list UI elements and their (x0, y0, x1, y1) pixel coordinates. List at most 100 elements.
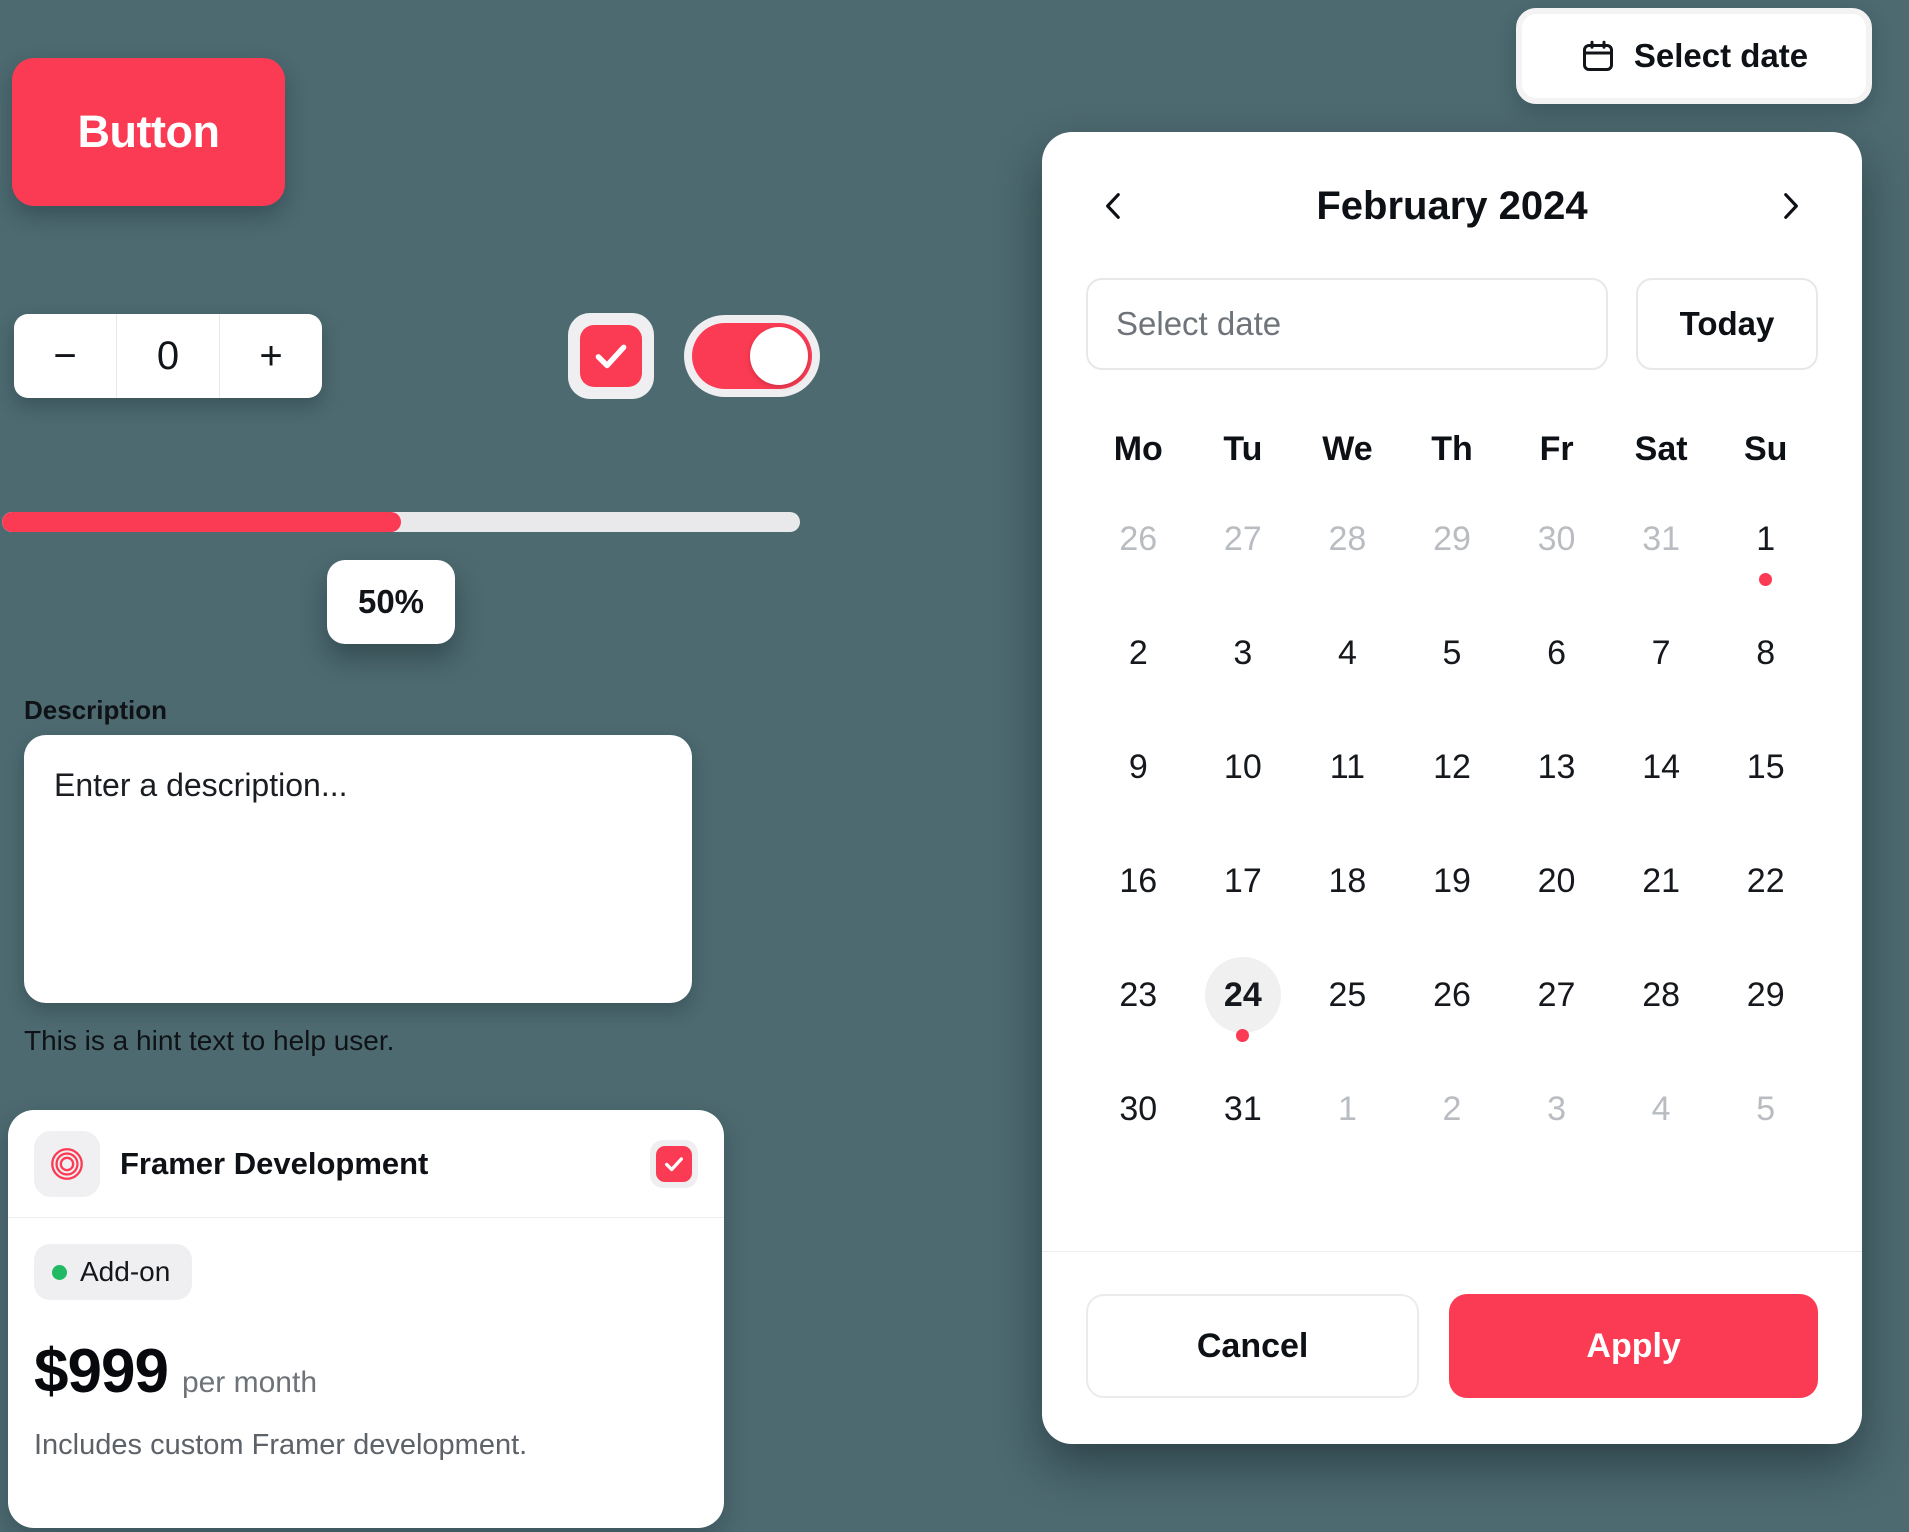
quantity-stepper[interactable]: − 0 + (14, 314, 322, 398)
price-period: per month (181, 1366, 318, 1399)
calendar-day-number: 28 (1328, 519, 1367, 558)
calendar-day[interactable]: 17 (1191, 824, 1296, 938)
calendar-week-row: 2 3 4 5 6 7 8 (1086, 596, 1818, 710)
status-dot-icon (52, 1264, 67, 1280)
calendar-day[interactable]: 2 (1086, 596, 1191, 710)
pricing-card-header: Framer Development (8, 1110, 724, 1218)
chevron-right-icon (1784, 193, 1798, 219)
weekday-label: Su (1743, 429, 1788, 468)
calendar-day-number: 25 (1328, 975, 1367, 1014)
stepper-value: 0 (116, 314, 220, 398)
toggle-switch[interactable] (684, 315, 820, 397)
calendar-day-number: 29 (1433, 519, 1471, 558)
calendar-day[interactable]: 10 (1191, 710, 1296, 824)
calendar-day: 29 (1400, 482, 1505, 596)
calendar-day[interactable]: 6 (1504, 596, 1609, 710)
calendar-day[interactable]: 28 (1609, 938, 1714, 1052)
calendar-day-number: 20 (1537, 861, 1576, 900)
calendar-day[interactable]: 22 (1713, 824, 1818, 938)
cancel-button[interactable]: Cancel (1086, 1294, 1420, 1398)
calendar-day-number: 31 (1223, 1089, 1262, 1128)
calendar-day-number: 10 (1223, 747, 1262, 786)
slider-track[interactable] (2, 512, 800, 532)
calendar-day-number: 26 (1433, 975, 1471, 1014)
calendar-weeks: 26 27 28 29 30 31 1 2 3 4 5 6 7 8 9 10 11 12 13 14 15 16 17 18 1… (1086, 482, 1818, 1166)
calendar-day[interactable]: 27 (1504, 938, 1609, 1052)
calendar-day: 28 (1295, 482, 1400, 596)
weekday-label: Tu (1223, 429, 1263, 468)
weekday-label: We (1322, 429, 1373, 468)
calendar-day[interactable]: 23 (1086, 938, 1191, 1052)
primary-button[interactable]: Button (12, 58, 285, 206)
calendar-day-number: 16 (1119, 861, 1158, 900)
calendar-day[interactable]: 31 (1191, 1052, 1296, 1166)
next-month-button[interactable] (1766, 182, 1814, 230)
calendar-week-row: 23 24 25 26 27 28 29 (1086, 938, 1818, 1052)
calendar-day[interactable]: 8 (1713, 596, 1818, 710)
select-date-trigger-button[interactable]: Select date (1516, 8, 1872, 104)
checkbox-fill (580, 325, 642, 387)
stepper-decrement-button[interactable]: − (14, 314, 116, 398)
date-input[interactable] (1086, 278, 1608, 370)
description-input[interactable] (24, 735, 692, 1003)
calendar-day[interactable]: 1 (1713, 482, 1818, 596)
calendar-day[interactable]: 13 (1504, 710, 1609, 824)
calendar-day[interactable]: 5 (1400, 596, 1505, 710)
calendar-day-selected[interactable]: 24 (1191, 938, 1296, 1052)
calendar-day-number: 19 (1433, 861, 1471, 900)
calendar-week-row: 30 31 1 2 3 4 5 (1086, 1052, 1818, 1166)
stepper-increment-button[interactable]: + (220, 314, 322, 398)
calendar-day[interactable]: 12 (1400, 710, 1505, 824)
calendar-day[interactable]: 30 (1086, 1052, 1191, 1166)
calendar-day[interactable]: 21 (1609, 824, 1714, 938)
calendar-day-number: 14 (1642, 747, 1681, 786)
event-dot-icon (1236, 1029, 1250, 1042)
weekday-label: Fr (1539, 429, 1574, 468)
calendar-day[interactable]: 7 (1609, 596, 1714, 710)
calendar-day-number: 11 (1329, 747, 1366, 786)
previous-month-button[interactable] (1090, 182, 1138, 230)
checkbox-fill (656, 1145, 692, 1182)
components-column: Button − 0 + 50% Description Enter a des… (0, 0, 820, 1532)
calendar-day[interactable]: 9 (1086, 710, 1191, 824)
slider-fill (2, 512, 401, 532)
calendar-day[interactable]: 26 (1400, 938, 1505, 1052)
calendar-day[interactable]: 14 (1609, 710, 1714, 824)
slider-value-tooltip: 50% (327, 560, 455, 644)
calendar-week-row: 9 10 11 12 13 14 15 (1086, 710, 1818, 824)
status-badge-label: Add-on (80, 1256, 171, 1287)
calendar-day: 4 (1609, 1052, 1714, 1166)
calendar-day[interactable]: 11 (1295, 710, 1400, 824)
concentric-rings-icon (34, 1130, 100, 1197)
slider[interactable]: 50% (2, 512, 800, 644)
calendar-day-number: 5 (1442, 633, 1462, 672)
calendar-day: 27 (1191, 482, 1296, 596)
apply-button[interactable]: Apply (1449, 1294, 1818, 1398)
pricing-card: Framer Development Add-on $999 per month… (8, 1110, 724, 1528)
calendar-day[interactable]: 18 (1295, 824, 1400, 938)
calendar-day-number: 30 (1119, 1089, 1158, 1128)
calendar-day-number: 3 (1547, 1089, 1567, 1128)
pricing-card-checkbox[interactable] (650, 1139, 698, 1188)
calendar-day-number: 4 (1337, 633, 1357, 672)
calendar-day[interactable]: 3 (1191, 596, 1296, 710)
calendar-day: 31 (1609, 482, 1714, 596)
calendar-day[interactable]: 16 (1086, 824, 1191, 938)
calendar-day: 5 (1713, 1052, 1818, 1166)
calendar-day-number: 1 (1756, 519, 1776, 558)
calendar-day[interactable]: 29 (1713, 938, 1818, 1052)
calendar-day[interactable]: 15 (1713, 710, 1818, 824)
calendar-day-number: 29 (1746, 975, 1785, 1014)
calendar-day-number: 3 (1233, 633, 1253, 672)
calendar-day[interactable]: 25 (1295, 938, 1400, 1052)
calendar-day[interactable]: 19 (1400, 824, 1505, 938)
calendar-day[interactable]: 4 (1295, 596, 1400, 710)
calendar-day: 26 (1086, 482, 1191, 596)
check-icon (595, 344, 627, 369)
today-button[interactable]: Today (1636, 278, 1818, 370)
checkbox-checked[interactable] (568, 313, 654, 399)
calendar-day-number: 4 (1651, 1089, 1671, 1128)
calendar-day-number: 24 (1204, 957, 1281, 1033)
calendar-day[interactable]: 20 (1504, 824, 1609, 938)
calendar-day-number: 22 (1746, 861, 1785, 900)
